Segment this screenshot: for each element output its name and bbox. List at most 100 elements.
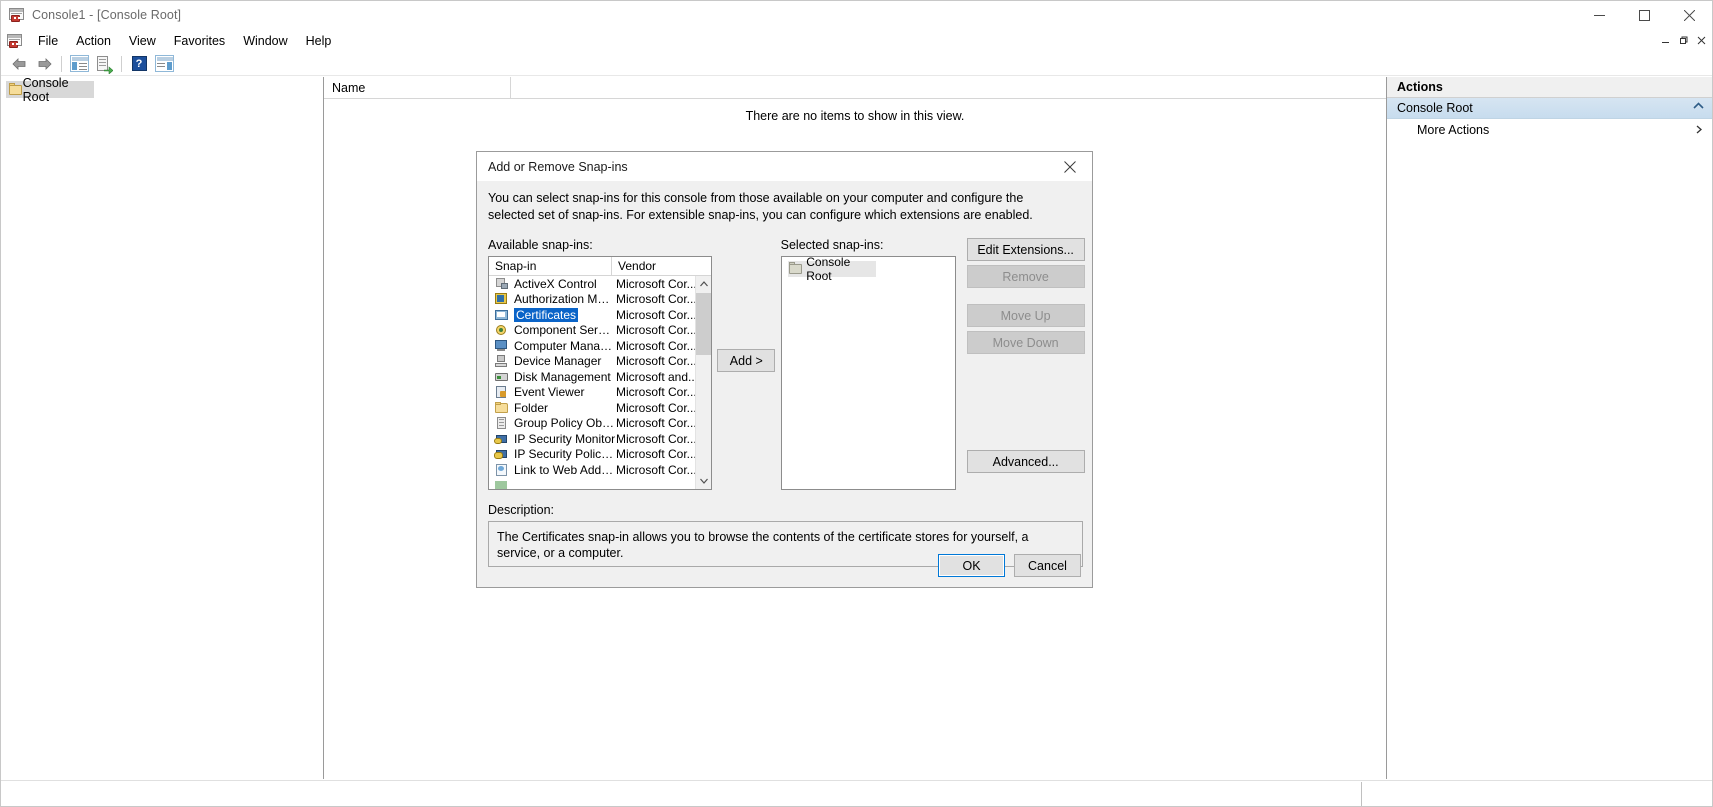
actions-group-console-root[interactable]: Console Root <box>1387 98 1712 119</box>
column-header-name[interactable]: Name <box>324 76 511 99</box>
move-down-button[interactable]: Move Down <box>966 331 1085 354</box>
link-to-web-address-icon <box>494 463 510 477</box>
certificates-icon <box>494 308 510 322</box>
window-title: Console1 - [Console Root] <box>32 8 182 22</box>
maximize-button[interactable] <box>1622 1 1667 30</box>
empty-view-message: There are no items to show in this view. <box>745 109 965 123</box>
show-hide-action-pane-button[interactable] <box>152 53 176 75</box>
activex-icon <box>494 277 510 291</box>
question-mark-icon: ? <box>131 56 147 71</box>
list-item[interactable]: Link to Web Address Microsoft Cor... <box>489 462 711 478</box>
status-bar-divider <box>1361 781 1362 806</box>
selected-snapins-list[interactable]: Console Root <box>780 255 956 490</box>
list-item[interactable]: Computer Managem... Microsoft Cor... <box>489 338 711 354</box>
edit-extensions-button[interactable]: Edit Extensions... <box>966 238 1085 261</box>
add-button-column: Add > <box>712 238 781 372</box>
close-button[interactable] <box>1667 1 1712 30</box>
minimize-button[interactable] <box>1577 1 1622 30</box>
ip-security-monitor-icon <box>494 432 510 446</box>
dialog-intro-text: You can select snap-ins for this console… <box>488 191 1033 222</box>
snapin-vendor: Microsoft Cor... <box>616 354 697 369</box>
help-button[interactable]: ? <box>127 53 151 75</box>
toolbar-separator-2 <box>121 55 122 72</box>
title-bar: Console1 - [Console Root] <box>1 1 1712 30</box>
column-header-snapin[interactable]: Snap-in <box>489 257 612 275</box>
list-item[interactable]: Disk Management Microsoft and... <box>489 369 711 385</box>
mmc-menu-icon <box>7 33 23 49</box>
authorization-manager-icon <box>494 292 510 306</box>
actions-group-label: Console Root <box>1397 101 1473 115</box>
snapin-action-buttons: Edit Extensions... Remove Move Up Move D… <box>966 238 1085 474</box>
column-header-vendor[interactable]: Vendor <box>612 257 698 275</box>
list-item-selected[interactable]: Certificates Microsoft Cor... <box>489 307 711 323</box>
available-snapins-list[interactable]: Snap-in Vendor ActiveX Control Microsoft… <box>488 256 712 490</box>
snapin-vendor: Microsoft and... <box>616 369 699 384</box>
window-controls <box>1577 1 1712 30</box>
scrollbar-thumb[interactable] <box>696 293 711 355</box>
menu-file[interactable]: File <box>29 31 67 51</box>
mdi-minimize-button[interactable] <box>1657 32 1674 49</box>
chevron-up-icon[interactable] <box>1693 102 1704 113</box>
dialog-title-bar: Add or Remove Snap-ins <box>477 152 1092 181</box>
action-item-label: More Actions <box>1417 123 1490 137</box>
list-item[interactable]: Event Viewer Microsoft Cor... <box>489 385 711 401</box>
list-item[interactable]: IP Security Policy M... Microsoft Cor... <box>489 447 711 463</box>
list-item[interactable]: Folder Microsoft Cor... <box>489 400 711 416</box>
list-item[interactable]: Authorization Manager Microsoft Cor... <box>489 292 711 308</box>
scroll-down-arrow-icon[interactable] <box>696 473 711 489</box>
back-button[interactable] <box>7 53 31 75</box>
folder-icon <box>8 82 23 97</box>
menu-help[interactable]: Help <box>297 31 341 51</box>
snapin-name: Folder <box>514 400 549 415</box>
move-up-button[interactable]: Move Up <box>966 304 1085 327</box>
list-item[interactable]: Device Manager Microsoft Cor... <box>489 354 711 370</box>
mmc-console-icon <box>9 7 25 23</box>
tree-node-console-root[interactable]: Console Root <box>6 76 94 104</box>
selected-snapins-label: Selected snap-ins: <box>780 238 884 252</box>
list-item[interactable]: Console Root <box>787 255 876 283</box>
list-item[interactable]: ActiveX Control Microsoft Cor... <box>489 276 711 292</box>
local-users-icon <box>494 478 510 489</box>
snapin-name: Device Manager <box>514 354 602 369</box>
list-item[interactable]: Group Policy Object ... Microsoft Cor... <box>489 416 711 432</box>
description-label: Description: <box>488 503 554 517</box>
snapin-name: IP Security Monitor <box>514 431 616 446</box>
menu-bar: File Action View Favorites Window Help <box>1 30 1712 52</box>
list-item[interactable]: IP Security Monitor Microsoft Cor... <box>489 431 711 447</box>
disk-management-icon <box>494 370 510 384</box>
export-list-button[interactable] <box>92 53 116 75</box>
menu-action[interactable]: Action <box>67 31 120 51</box>
toolbar-separator <box>61 55 62 72</box>
mdi-close-button[interactable] <box>1693 32 1710 49</box>
console-tree-pane: Console Root <box>1 76 324 779</box>
list-item[interactable]: Component Services Microsoft Cor... <box>489 323 711 339</box>
ok-button[interactable]: OK <box>938 554 1005 577</box>
cancel-button[interactable]: Cancel <box>1014 554 1081 577</box>
snapin-name: Authorization Manager <box>514 292 616 307</box>
snapin-vendor: Microsoft Cor... <box>616 400 697 415</box>
action-item-more-actions[interactable]: More Actions <box>1387 119 1712 141</box>
remove-button[interactable]: Remove <box>966 265 1085 288</box>
scroll-up-arrow-icon[interactable] <box>696 276 711 292</box>
component-services-icon <box>494 323 510 337</box>
available-list-scrollbar[interactable] <box>695 276 711 489</box>
menu-window[interactable]: Window <box>234 31 296 51</box>
snapin-vendor: Microsoft Cor... <box>616 307 697 322</box>
forward-button[interactable] <box>32 53 56 75</box>
menu-view[interactable]: View <box>120 31 165 51</box>
chevron-right-icon <box>1696 125 1702 136</box>
dialog-title: Add or Remove Snap-ins <box>488 159 628 174</box>
show-hide-console-tree-button[interactable] <box>67 53 91 75</box>
mdi-restore-button[interactable] <box>1675 32 1692 49</box>
dialog-columns: Available snap-ins: Snap-in Vendor Activ… <box>488 238 1085 490</box>
add-button[interactable]: Add > <box>717 349 776 372</box>
advanced-button[interactable]: Advanced... <box>966 450 1085 473</box>
available-snapins-label: Available snap-ins: <box>488 238 593 252</box>
dialog-close-button[interactable] <box>1047 152 1092 181</box>
snapin-name: Certificates <box>514 307 579 322</box>
device-manager-icon <box>494 354 510 368</box>
list-item-partial[interactable] <box>489 478 711 489</box>
selected-snapin-name: Console Root <box>806 255 851 283</box>
menu-favorites[interactable]: Favorites <box>165 31 234 51</box>
snapin-vendor: Microsoft Cor... <box>616 292 697 307</box>
